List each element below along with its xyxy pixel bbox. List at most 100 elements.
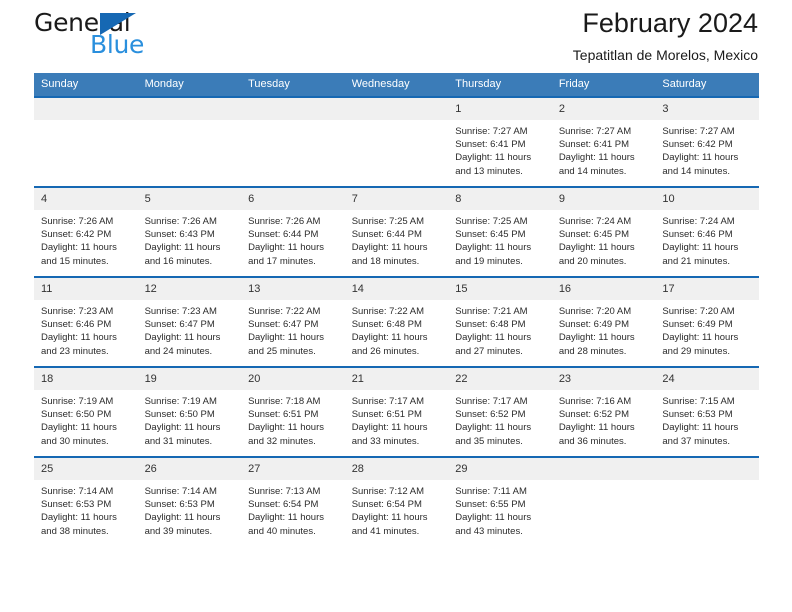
daylight-duration-line2: and 40 minutes. — [248, 525, 316, 537]
calendar-day-cell[interactable]: 7 Sunrise: 7:25 AM Sunset: 6:44 PM Daylight… — [344, 186, 449, 277]
sunset-time: Sunset: 6:43 PM — [144, 229, 215, 241]
day-sun-info: Sunrise: 7:20 AM Sunset: 6:49 PM Daylight:… — [552, 300, 656, 358]
calendar-day-cell[interactable]: 13 Sunrise: 7:22 AM Sunset: 6:47 PM Dayligh… — [241, 276, 345, 367]
sunrise-time: Sunrise: 7:26 AM — [41, 216, 114, 227]
sunrise-time: Sunrise: 7:19 AM — [144, 396, 217, 407]
sunrise-time: Sunrise: 7:26 AM — [144, 216, 217, 227]
day-sun-info: Sunrise: 7:26 AM Sunset: 6:42 PM Daylight:… — [34, 210, 138, 268]
calendar-day-cell[interactable]: 8 Sunrise: 7:25 AM Sunset: 6:45 PM Daylight… — [448, 186, 552, 277]
day-number: 2 — [551, 98, 656, 120]
day-sun-info: Sunrise: 7:12 AM Sunset: 6:54 PM Daylight:… — [345, 480, 449, 538]
day-sun-info: Sunrise: 7:27 AM Sunset: 6:41 PM Daylight:… — [552, 120, 656, 178]
calendar-day-cell[interactable]: 6 Sunrise: 7:26 AM Sunset: 6:44 PM Daylight… — [241, 186, 345, 277]
day-number: 19 — [137, 368, 242, 390]
daylight-duration-line2: and 35 minutes. — [455, 435, 523, 447]
calendar-day-cell[interactable]: 18 Sunrise: 7:19 AM Sunset: 6:50 PM Dayligh… — [34, 366, 138, 457]
day-number: 1 — [448, 98, 552, 120]
sunset-time: Sunset: 6:52 PM — [455, 409, 526, 421]
sunset-time: Sunset: 6:54 PM — [351, 499, 422, 511]
calendar-day-cell[interactable]: 15 Sunrise: 7:21 AM Sunset: 6:48 PM Dayligh… — [448, 276, 552, 367]
calendar-day-cell[interactable]: 28 Sunrise: 7:12 AM Sunset: 6:54 PM Dayligh… — [344, 456, 449, 546]
day-number — [34, 98, 138, 120]
day-number: 24 — [655, 368, 759, 390]
daylight-duration-line1: Daylight: 11 hours — [455, 332, 532, 344]
day-number: 9 — [551, 188, 656, 210]
calendar-day-cell[interactable]: 23 Sunrise: 7:16 AM Sunset: 6:52 PM Dayligh… — [551, 366, 656, 457]
daylight-duration-line2: and 43 minutes. — [455, 525, 523, 537]
calendar-day-cell[interactable]: 25 Sunrise: 7:14 AM Sunset: 6:53 PM Dayligh… — [34, 456, 138, 546]
calendar-day-cell[interactable]: 1 Sunrise: 7:27 AM Sunset: 6:41 PM Daylight… — [448, 96, 552, 187]
sunset-time: Sunset: 6:50 PM — [41, 409, 112, 421]
calendar-header-row: Sunday Monday Tuesday Wednesday Thursday Frid… — [34, 73, 759, 97]
daylight-duration-line1: Daylight: 11 hours — [144, 512, 221, 524]
calendar-day-cell[interactable]: 9 Sunrise: 7:24 AM Sunset: 6:45 PM Daylight… — [551, 186, 656, 277]
calendar-day-cell[interactable]: 5 Sunrise: 7:26 AM Sunset: 6:43 PM Daylight… — [137, 186, 242, 277]
daylight-duration-line2: and 39 minutes. — [144, 525, 213, 537]
daylight-duration-line2: and 15 minutes. — [41, 255, 109, 267]
daylight-duration-line2: and 18 minutes. — [351, 255, 420, 267]
sunrise-time: Sunrise: 7:17 AM — [351, 396, 425, 407]
day-number: 3 — [655, 98, 759, 120]
page-title: February 2024 — [582, 8, 758, 38]
day-sun-info: Sunrise: 7:17 AM Sunset: 6:52 PM Daylight:… — [448, 390, 552, 448]
day-number: 11 — [34, 278, 138, 300]
day-sun-info: Sunrise: 7:22 AM Sunset: 6:47 PM Daylight:… — [241, 300, 345, 358]
sunset-time: Sunset: 6:41 PM — [455, 139, 526, 151]
day-sun-info: Sunrise: 7:14 AM Sunset: 6:53 PM Daylight:… — [138, 480, 242, 538]
calendar-day-cell[interactable]: 16 Sunrise: 7:20 AM Sunset: 6:49 PM Dayligh… — [551, 276, 656, 367]
day-sun-info: Sunrise: 7:19 AM Sunset: 6:50 PM Daylight:… — [138, 390, 242, 448]
day-number — [655, 458, 759, 480]
calendar-day-cell[interactable]: 27 Sunrise: 7:13 AM Sunset: 6:54 PM Dayligh… — [241, 456, 345, 546]
day-number: 12 — [137, 278, 242, 300]
calendar-day-cell[interactable]: 26 Sunrise: 7:14 AM Sunset: 6:53 PM Dayligh… — [137, 456, 242, 546]
weekday-header-wednesday: Wednesday — [344, 73, 449, 97]
sunset-time: Sunset: 6:49 PM — [662, 319, 733, 331]
weekday-header-sunday: Sunday — [34, 73, 138, 97]
sunset-time: Sunset: 6:41 PM — [558, 139, 630, 151]
daylight-duration-line2: and 26 minutes. — [351, 345, 420, 357]
day-sun-info: Sunrise: 7:26 AM Sunset: 6:43 PM Daylight:… — [138, 210, 242, 268]
sunset-time: Sunset: 6:53 PM — [662, 409, 733, 421]
daylight-duration-line2: and 28 minutes. — [558, 345, 627, 357]
sunrise-time: Sunrise: 7:13 AM — [248, 486, 321, 497]
sunset-time: Sunset: 6:55 PM — [455, 499, 526, 511]
calendar-day-cell[interactable]: 11 Sunrise: 7:23 AM Sunset: 6:46 PM Dayligh… — [34, 276, 138, 367]
general-blue-logo[interactable]: General Blue — [34, 8, 164, 60]
calendar-day-cell[interactable]: 4 Sunrise: 7:26 AM Sunset: 6:42 PM Daylight… — [34, 186, 138, 277]
calendar-day-cell[interactable]: 24 Sunrise: 7:15 AM Sunset: 6:53 PM Dayligh… — [655, 366, 759, 457]
daylight-duration-line1: Daylight: 11 hours — [351, 422, 428, 434]
daylight-duration-line1: Daylight: 11 hours — [558, 332, 635, 344]
calendar-day-cell[interactable]: 3 Sunrise: 7:27 AM Sunset: 6:42 PM Daylight… — [655, 96, 759, 187]
calendar-day-cell[interactable]: 14 Sunrise: 7:22 AM Sunset: 6:48 PM Dayligh… — [344, 276, 449, 367]
daylight-duration-line1: Daylight: 11 hours — [351, 512, 428, 524]
day-sun-info: Sunrise: 7:23 AM Sunset: 6:47 PM Daylight:… — [138, 300, 242, 358]
sunset-time: Sunset: 6:52 PM — [558, 409, 630, 421]
day-sun-info: Sunrise: 7:21 AM Sunset: 6:48 PM Daylight:… — [448, 300, 552, 358]
daylight-duration-line2: and 38 minutes. — [41, 525, 109, 537]
sunrise-time: Sunrise: 7:14 AM — [144, 486, 217, 497]
day-sun-info: Sunrise: 7:16 AM Sunset: 6:52 PM Daylight:… — [552, 390, 656, 448]
sunrise-sunset-calendar: Sunday Monday Tuesday Wednesday Thursday Frid… — [34, 73, 759, 546]
sunrise-time: Sunrise: 7:20 AM — [662, 306, 735, 317]
calendar-day-cell[interactable]: 22 Sunrise: 7:17 AM Sunset: 6:52 PM Dayligh… — [448, 366, 552, 457]
daylight-duration-line1: Daylight: 11 hours — [144, 242, 221, 254]
day-sun-info: Sunrise: 7:15 AM Sunset: 6:53 PM Daylight:… — [655, 390, 759, 448]
day-sun-info: Sunrise: 7:26 AM Sunset: 6:44 PM Daylight:… — [241, 210, 345, 268]
daylight-duration-line2: and 27 minutes. — [455, 345, 523, 357]
calendar-day-cell[interactable]: 10 Sunrise: 7:24 AM Sunset: 6:46 PM Dayligh… — [655, 186, 759, 277]
sunrise-time: Sunrise: 7:25 AM — [351, 216, 425, 227]
day-sun-info: Sunrise: 7:20 AM Sunset: 6:49 PM Daylight:… — [655, 300, 759, 358]
sunset-time: Sunset: 6:54 PM — [248, 499, 319, 511]
calendar-day-cell[interactable]: 20 Sunrise: 7:18 AM Sunset: 6:51 PM Dayligh… — [241, 366, 345, 457]
calendar-day-cell[interactable]: 2 Sunrise: 7:27 AM Sunset: 6:41 PM Daylight… — [551, 96, 656, 187]
calendar-day-cell[interactable]: 17 Sunrise: 7:20 AM Sunset: 6:49 PM Dayligh… — [655, 276, 759, 367]
daylight-duration-line1: Daylight: 11 hours — [455, 242, 532, 254]
calendar-day-cell[interactable]: 29 Sunrise: 7:11 AM Sunset: 6:55 PM Dayligh… — [448, 456, 552, 546]
calendar-day-cell[interactable]: 21 Sunrise: 7:17 AM Sunset: 6:51 PM Dayligh… — [344, 366, 449, 457]
calendar-day-cell-empty — [655, 456, 759, 546]
daylight-duration-line2: and 32 minutes. — [248, 435, 316, 447]
calendar-day-cell[interactable]: 12 Sunrise: 7:23 AM Sunset: 6:47 PM Dayligh… — [137, 276, 242, 367]
daylight-duration-line2: and 30 minutes. — [41, 435, 109, 447]
calendar-day-cell[interactable]: 19 Sunrise: 7:19 AM Sunset: 6:50 PM Dayligh… — [137, 366, 242, 457]
weekday-header-friday: Friday — [551, 73, 656, 97]
